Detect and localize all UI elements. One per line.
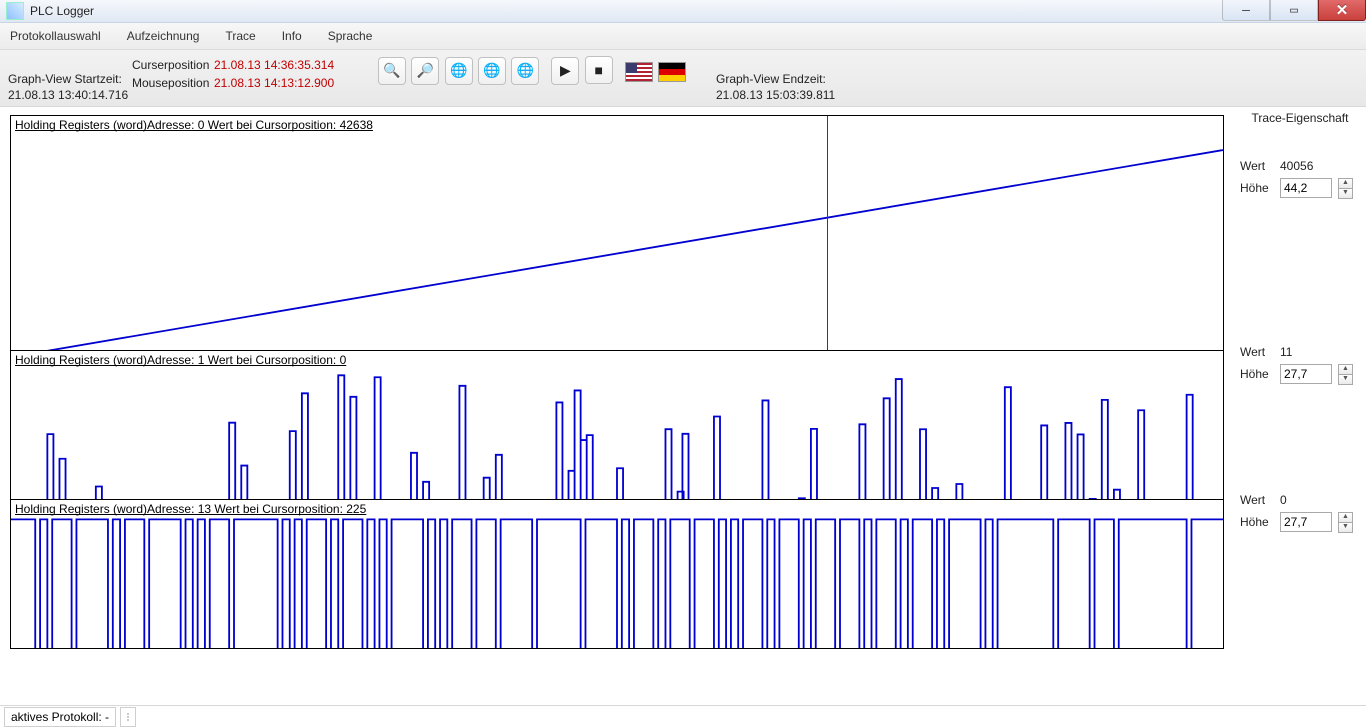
menu-aufzeichnung[interactable]: Aufzeichnung <box>123 27 204 45</box>
nav-next-button[interactable]: 🌐 <box>511 57 539 85</box>
trace-label-1: Holding Registers (word)Adresse: 1 Wert … <box>15 353 346 367</box>
zoom-in-icon: 🔍 <box>383 62 400 79</box>
zoom-out-icon: 🔎 <box>417 62 434 79</box>
menu-trace[interactable]: Trace <box>221 27 259 45</box>
menu-protokollauswahl[interactable]: Protokollauswahl <box>6 27 105 45</box>
hoehe-spinner-0[interactable]: ▲▼ <box>1338 178 1353 199</box>
hoehe-spinner-2[interactable]: ▲▼ <box>1338 512 1353 533</box>
statusbar-grip[interactable] <box>120 707 136 727</box>
spin-down-icon: ▼ <box>1338 188 1353 199</box>
maximize-icon: ▭ <box>1290 3 1298 18</box>
graph-end-value: 21.08.13 15:03:39.811 <box>716 88 835 102</box>
statusbar: aktives Protokoll: - <box>0 705 1366 728</box>
hoehe-label-1: Höhe <box>1240 367 1274 381</box>
spin-down-icon: ▼ <box>1338 374 1353 385</box>
close-button[interactable]: ✕ <box>1318 0 1366 21</box>
trace-svg-0 <box>11 116 1223 351</box>
spin-up-icon: ▲ <box>1338 178 1353 188</box>
time-cursor[interactable] <box>827 116 828 351</box>
trace-svg-2 <box>11 500 1223 649</box>
play-button[interactable]: ▶ <box>551 57 579 85</box>
trace-prop-group-1: Wert 11 Höhe ▲▼ <box>1240 341 1360 489</box>
flag-de-icon <box>659 63 685 81</box>
graph-start-label: Graph-View Startzeit: <box>8 72 122 86</box>
trace-label-0: Holding Registers (word)Adresse: 0 Wert … <box>15 118 373 132</box>
spin-up-icon: ▲ <box>1338 512 1353 522</box>
main-area: Holding Registers (word)Adresse: 0 Wert … <box>0 107 1366 705</box>
trace-plot-0[interactable]: Holding Registers (word)Adresse: 0 Wert … <box>10 115 1224 351</box>
stop-icon: ■ <box>595 62 603 78</box>
trace-plot-1[interactable]: Holding Registers (word)Adresse: 1 Wert … <box>10 351 1224 500</box>
app-window: PLC Logger — ▭ ✕ Protokollauswahl Aufzei… <box>0 0 1366 728</box>
flag-us-icon <box>626 63 652 81</box>
nav-prev-button[interactable]: 🌐 <box>478 57 506 85</box>
cursor-label: Curserposition <box>132 58 209 72</box>
menubar: Protokollauswahl Aufzeichnung Trace Info… <box>0 23 1366 50</box>
trace-properties-heading: Trace-Eigenschaft <box>1240 111 1360 125</box>
wert-label-2: Wert <box>1240 493 1274 507</box>
hoehe-input-2[interactable] <box>1280 512 1332 532</box>
trace-svg-1 <box>11 351 1223 500</box>
globe-first-icon: 🌐 <box>450 62 467 79</box>
close-icon: ✕ <box>1336 1 1349 19</box>
window-buttons: — ▭ ✕ <box>1222 0 1366 22</box>
trace-prop-group-2: Wert 0 Höhe ▲▼ <box>1240 489 1360 675</box>
zoom-out-button[interactable]: 🔎 <box>411 57 439 85</box>
globe-next-icon: 🌐 <box>517 62 534 79</box>
hoehe-input-1[interactable] <box>1280 364 1332 384</box>
wert-value-0: 40056 <box>1280 159 1313 173</box>
wert-label-0: Wert <box>1240 159 1274 173</box>
graph-start-value: 21.08.13 13:40:14.716 <box>8 88 128 102</box>
mouse-label: Mouseposition <box>132 76 209 90</box>
graph-column: Holding Registers (word)Adresse: 0 Wert … <box>0 107 1234 705</box>
wert-label-1: Wert <box>1240 345 1274 359</box>
flag-us-button[interactable] <box>625 62 653 82</box>
menu-sprache[interactable]: Sprache <box>324 27 377 45</box>
app-icon <box>6 2 24 20</box>
cursor-value: 21.08.13 14:36:35.314 <box>214 58 334 72</box>
trace-prop-group-0: Wert 40056 Höhe ▲▼ <box>1240 155 1360 341</box>
hoehe-label-0: Höhe <box>1240 181 1274 195</box>
infobar: Graph-View Startzeit: 21.08.13 13:40:14.… <box>0 50 1366 107</box>
hoehe-spinner-1[interactable]: ▲▼ <box>1338 364 1353 385</box>
play-icon: ▶ <box>560 62 571 79</box>
graph-end-label: Graph-View Endzeit: <box>716 72 826 86</box>
hoehe-input-0[interactable] <box>1280 178 1332 198</box>
menu-info[interactable]: Info <box>278 27 306 45</box>
wert-value-1: 11 <box>1280 345 1292 359</box>
trace-label-2: Holding Registers (word)Adresse: 13 Wert… <box>15 502 366 516</box>
globe-prev-icon: 🌐 <box>483 62 500 79</box>
flag-de-button[interactable] <box>658 62 686 82</box>
status-active-protocol: aktives Protokoll: - <box>4 707 116 727</box>
zoom-in-button[interactable]: 🔍 <box>378 57 406 85</box>
spin-down-icon: ▼ <box>1338 522 1353 533</box>
stop-button[interactable]: ■ <box>585 56 613 84</box>
nav-first-button[interactable]: 🌐 <box>445 57 473 85</box>
minimize-icon: — <box>1242 3 1250 18</box>
trace-plot-2[interactable]: Holding Registers (word)Adresse: 13 Wert… <box>10 500 1224 649</box>
titlebar: PLC Logger — ▭ ✕ <box>0 0 1366 23</box>
maximize-button[interactable]: ▭ <box>1270 0 1318 21</box>
hoehe-label-2: Höhe <box>1240 515 1274 529</box>
trace-properties-panel: Trace-Eigenschaft Wert 40056 Höhe ▲▼ Wer… <box>1234 107 1366 705</box>
plot-bottom-spacer <box>10 649 1224 689</box>
window-title: PLC Logger <box>30 4 94 18</box>
minimize-button[interactable]: — <box>1222 0 1270 21</box>
spin-up-icon: ▲ <box>1338 364 1353 374</box>
mouse-value: 21.08.13 14:13:12.900 <box>214 76 334 90</box>
toolbar-buttons: 🔍 🔎 🌐 🌐 🌐 ▶ ■ <box>378 56 688 85</box>
wert-value-2: 0 <box>1280 493 1287 507</box>
